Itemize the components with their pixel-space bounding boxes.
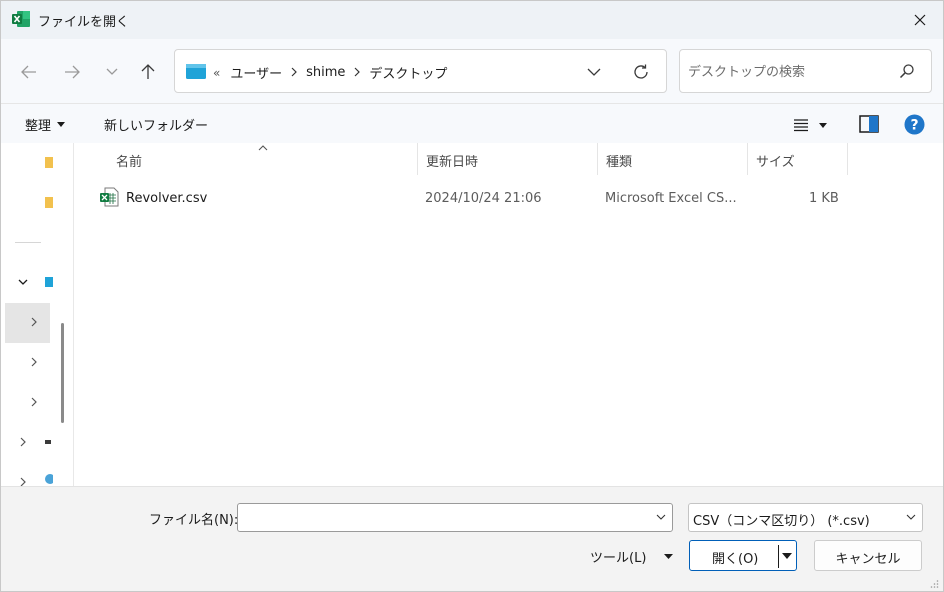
close-icon xyxy=(914,14,926,26)
breadcrumb-desktop[interactable]: デスクトップ xyxy=(369,63,447,82)
nav-network-drive[interactable] xyxy=(1,423,73,463)
organize-label: 整理 xyxy=(25,119,52,134)
forward-button[interactable] xyxy=(58,58,86,86)
network-icon xyxy=(45,474,53,484)
file-type: Microsoft Excel CS... xyxy=(605,191,737,206)
help-icon: ? xyxy=(904,114,925,135)
caret-down-icon[interactable] xyxy=(782,552,792,560)
title-bar: ファイルを開く xyxy=(1,1,943,39)
csv-file-icon xyxy=(100,187,120,207)
nav-folder-item[interactable] xyxy=(1,143,73,183)
chevron-right-icon[interactable] xyxy=(291,66,297,80)
file-modified: 2024/10/24 21:06 xyxy=(425,191,542,206)
filename-input[interactable] xyxy=(244,508,644,528)
refresh-icon xyxy=(634,64,648,79)
svg-text:?: ? xyxy=(910,118,918,134)
chevron-down-icon xyxy=(587,68,601,76)
search-icon[interactable] xyxy=(899,63,915,79)
search-box[interactable] xyxy=(679,49,932,93)
forward-arrow-icon xyxy=(65,65,80,79)
filename-combobox[interactable] xyxy=(237,503,673,532)
filetype-select[interactable]: CSV（コンマ区切り） (*.csv) xyxy=(688,503,923,532)
file-name: Revolver.csv xyxy=(126,191,208,206)
open-button[interactable]: 開く(O) xyxy=(689,540,797,571)
column-size[interactable]: サイズ xyxy=(748,143,848,175)
command-bar: 整理 新しいフォルダー ? xyxy=(1,103,943,143)
tools-label: ツール(L) xyxy=(590,551,647,566)
file-list: 名前 更新日時 種類 サイズ Revolver.csv 2024/10/24 2… xyxy=(73,143,943,486)
chevron-down-icon xyxy=(906,514,916,520)
resize-grip-icon[interactable] xyxy=(929,579,939,589)
chevron-down-icon xyxy=(106,68,118,75)
nav-divider xyxy=(15,242,41,243)
back-arrow-icon xyxy=(21,65,36,79)
recent-locations-button[interactable] xyxy=(98,58,126,86)
chevron-right-icon[interactable] xyxy=(31,357,37,367)
breadcrumb-overflow[interactable]: « xyxy=(213,66,220,80)
pc-icon xyxy=(45,277,53,287)
file-open-dialog: ファイルを開く « ユーザー shime デスクトップ デスクトップの検索 整理… xyxy=(0,0,944,592)
nav-folder-item[interactable] xyxy=(1,183,73,223)
window-title: ファイルを開く xyxy=(38,15,130,30)
file-size: 1 KB xyxy=(809,191,839,206)
search-input[interactable] xyxy=(688,62,888,82)
open-label: 開く(O) xyxy=(712,552,759,567)
chevron-right-icon[interactable] xyxy=(20,437,26,447)
navigation-pane xyxy=(1,143,73,486)
chevron-right-icon[interactable] xyxy=(354,66,361,80)
column-name[interactable]: 名前 xyxy=(108,143,418,175)
refresh-button[interactable] xyxy=(630,62,652,82)
folder-icon xyxy=(45,197,53,208)
split-divider xyxy=(778,545,779,568)
drive-icon xyxy=(45,440,51,444)
chevron-down-icon[interactable] xyxy=(18,279,28,285)
nav-drive-item-selected[interactable] xyxy=(5,303,50,343)
filename-label: ファイル名(N): xyxy=(149,513,239,528)
folder-icon xyxy=(45,157,53,168)
up-arrow-icon xyxy=(141,64,155,79)
new-folder-button[interactable]: 新しいフォルダー xyxy=(104,115,208,134)
column-type[interactable]: 種類 xyxy=(598,143,748,175)
caret-down-icon xyxy=(57,122,66,127)
back-button[interactable] xyxy=(15,58,43,86)
chevron-right-icon[interactable] xyxy=(31,317,37,327)
close-button[interactable] xyxy=(897,1,943,39)
organize-button[interactable]: 整理 xyxy=(25,115,66,134)
address-history-button[interactable] xyxy=(583,62,605,82)
list-view-icon xyxy=(794,119,808,132)
desktop-folder-icon xyxy=(186,63,206,80)
caret-down-icon xyxy=(664,554,674,559)
breadcrumb: « ユーザー shime デスクトップ xyxy=(213,63,447,82)
nav-network[interactable] xyxy=(1,463,73,486)
up-button[interactable] xyxy=(134,58,162,86)
help-button[interactable]: ? xyxy=(904,114,925,135)
preview-pane-button[interactable] xyxy=(859,115,879,133)
filetype-selected: CSV（コンマ区切り） (*.csv) xyxy=(693,514,870,529)
preview-pane-icon xyxy=(859,115,879,133)
breadcrumb-users[interactable]: ユーザー xyxy=(230,63,282,82)
view-options-button[interactable] xyxy=(793,116,835,134)
dialog-footer: ファイル名(N): CSV（コンマ区切り） (*.csv) ツール(L) 開く(… xyxy=(1,486,943,591)
tools-button[interactable]: ツール(L) xyxy=(590,547,674,566)
table-row[interactable]: Revolver.csv 2024/10/24 21:06 Microsoft … xyxy=(94,185,839,215)
column-modified[interactable]: 更新日時 xyxy=(418,143,598,175)
column-header: 名前 更新日時 種類 サイズ xyxy=(74,143,943,175)
chevron-right-icon[interactable] xyxy=(31,397,37,407)
nav-scrollbar[interactable] xyxy=(61,323,64,423)
chevron-down-icon[interactable] xyxy=(656,512,666,522)
address-bar[interactable]: « ユーザー shime デスクトップ xyxy=(174,49,667,93)
excel-icon xyxy=(12,11,30,27)
breadcrumb-shime[interactable]: shime xyxy=(306,65,345,80)
caret-down-icon xyxy=(819,122,827,128)
cancel-button[interactable]: キャンセル xyxy=(814,540,922,571)
chevron-right-icon[interactable] xyxy=(20,477,26,486)
nav-this-pc[interactable] xyxy=(1,263,73,303)
navigation-bar: « ユーザー shime デスクトップ xyxy=(1,39,943,103)
